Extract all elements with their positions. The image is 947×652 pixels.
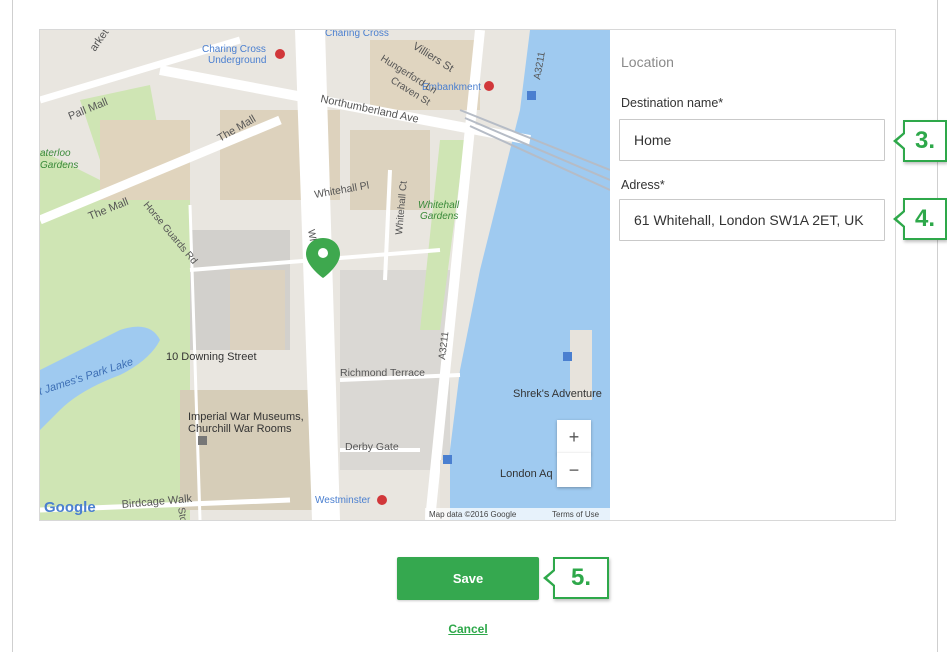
google-logo: Google xyxy=(44,499,96,516)
zoom-out-button[interactable]: − xyxy=(557,453,591,487)
address-input[interactable] xyxy=(619,199,885,241)
label-downing-street: 10 Downing Street xyxy=(166,351,257,363)
terms-of-use-link[interactable]: Terms of Use xyxy=(552,510,600,519)
destination-name-label: Destination name* xyxy=(621,96,724,110)
label-imperial-war-museums: Imperial War Museums, Churchill War Room… xyxy=(188,411,307,435)
save-button[interactable]: Save xyxy=(397,557,539,600)
section-title: Location xyxy=(621,54,674,70)
map-view[interactable]: Charing Cross Underground Charing Cross … xyxy=(40,30,610,520)
step-5-callout: 5. xyxy=(543,557,609,599)
underground-icon xyxy=(484,81,494,91)
label-richmond-terrace: Richmond Terrace xyxy=(340,367,425,379)
location-form: Location Destination name* Adress* xyxy=(611,30,895,520)
pier-icon xyxy=(443,455,452,464)
pier-icon xyxy=(563,352,572,361)
label-westminster: Westminster xyxy=(315,495,371,506)
label-waterloo-gardens: aterloo Gardens xyxy=(40,148,78,171)
underground-icon xyxy=(275,49,285,59)
map-canvas[interactable]: Charing Cross Underground Charing Cross … xyxy=(40,30,610,520)
label-derby-gate: Derby Gate xyxy=(345,441,399,453)
pier-icon xyxy=(527,91,536,100)
label-charing-cross-underground: Charing Cross Underground xyxy=(202,44,269,66)
label-charing-cross: Charing Cross xyxy=(325,30,389,39)
cancel-link[interactable]: Cancel xyxy=(440,622,496,636)
underground-icon xyxy=(377,495,387,505)
destination-name-input[interactable] xyxy=(619,119,885,161)
address-label: Adress* xyxy=(621,178,665,192)
label-shreks-adventure: Shrek's Adventure xyxy=(513,388,602,400)
map-attribution: Map data ©2016 Google xyxy=(429,510,517,519)
label-sto: Sto xyxy=(175,507,189,520)
step-4-callout: 4. xyxy=(893,198,947,240)
step-3-callout: 3. xyxy=(893,120,947,162)
zoom-in-button[interactable]: + xyxy=(557,420,591,454)
museum-icon xyxy=(198,436,207,445)
label-whitehall-gardens: Whitehall Gardens xyxy=(418,200,462,222)
